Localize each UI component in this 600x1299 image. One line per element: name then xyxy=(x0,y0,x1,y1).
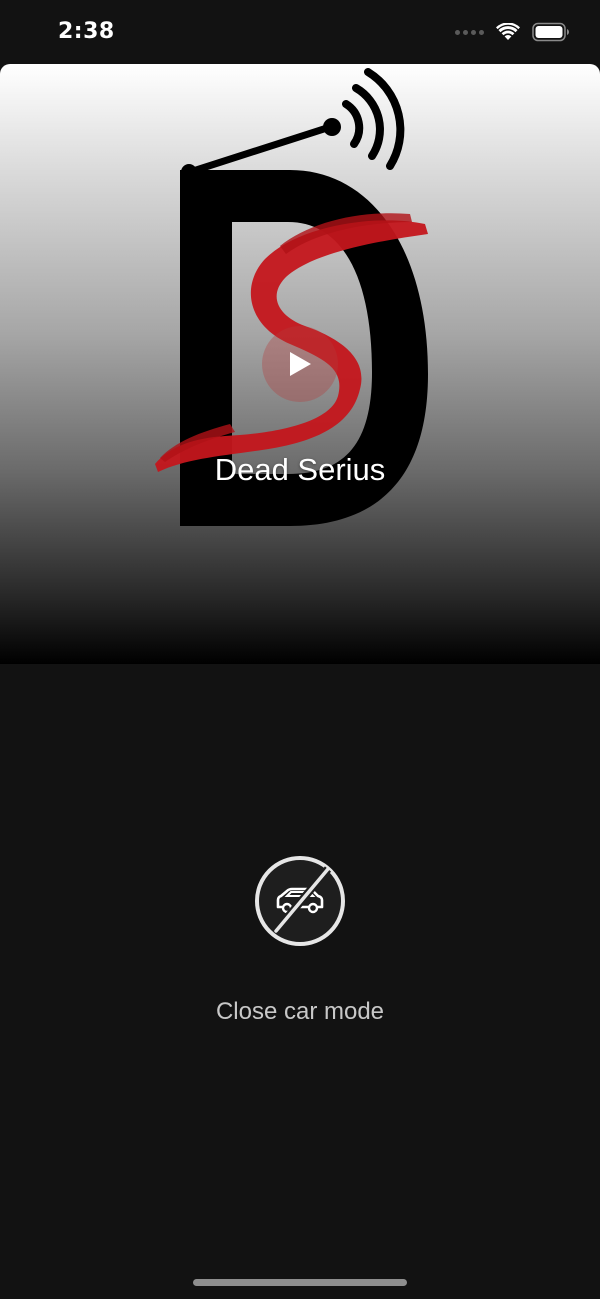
home-indicator[interactable] xyxy=(193,1279,407,1286)
cellular-signal-icon xyxy=(455,29,484,35)
status-icons xyxy=(455,22,570,42)
play-icon xyxy=(290,352,311,376)
car-off-icon xyxy=(255,856,345,946)
status-time: 2:38 xyxy=(58,19,115,44)
station-artwork: Dead Serius xyxy=(0,64,600,664)
status-bar: 2:38 xyxy=(0,0,600,64)
battery-icon xyxy=(532,22,569,42)
close-car-mode-label[interactable]: Close car mode xyxy=(0,998,600,1026)
station-name: Dead Serius xyxy=(214,452,386,487)
close-car-mode-button[interactable] xyxy=(254,855,346,947)
play-button[interactable] xyxy=(262,326,338,402)
wifi-icon xyxy=(496,23,520,40)
